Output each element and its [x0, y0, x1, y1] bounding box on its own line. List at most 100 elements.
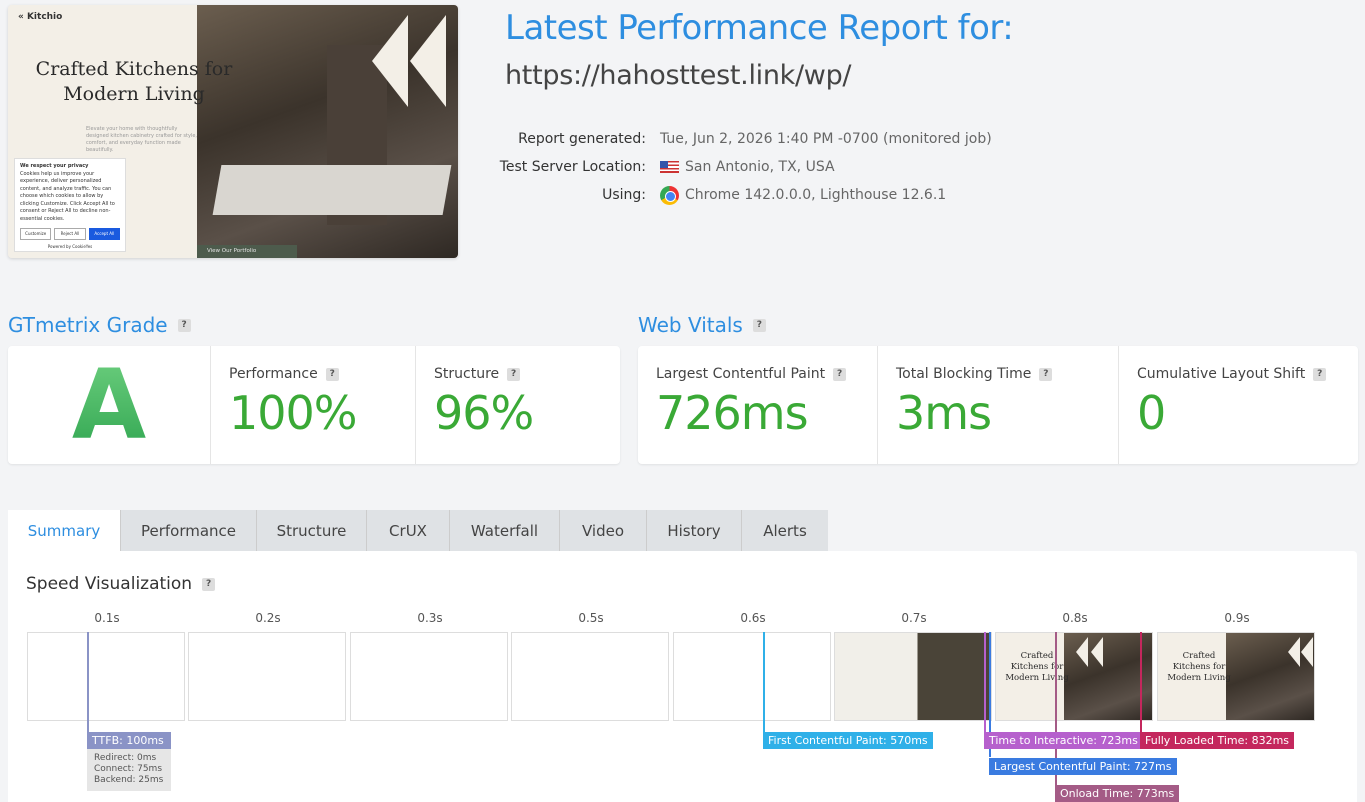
tab-alerts[interactable]: Alerts: [742, 510, 828, 551]
cls-value: 0: [1137, 386, 1166, 440]
help-icon[interactable]: ?: [752, 318, 766, 332]
cookie-banner: We respect your privacy Cookies help us …: [14, 158, 126, 252]
tti-marker-line: [984, 632, 986, 732]
chevron-logo-shape: [1301, 637, 1313, 667]
cookie-reject-button: Reject All: [54, 228, 86, 240]
fully-loaded-marker-line: [1140, 632, 1142, 732]
timeline-tick: 0.6s: [740, 611, 766, 625]
site-hero-blurb: Elevate your home with thoughtfully desi…: [86, 126, 197, 153]
help-icon[interactable]: ?: [1313, 367, 1327, 381]
onload-label: Onload Time: 773ms: [1055, 785, 1180, 802]
meta-value: Tue, Jun 2, 2026 1:40 PM -0700 (monitore…: [660, 131, 992, 147]
filmstrip-frame[interactable]: [27, 632, 185, 721]
structure-cell: Structure? 96%: [416, 346, 620, 464]
cookie-title: We respect your privacy: [20, 163, 89, 169]
help-icon[interactable]: ?: [177, 318, 191, 332]
help-icon[interactable]: ?: [202, 577, 216, 591]
fully-loaded-label: Fully Loaded Time: 832ms: [1140, 732, 1295, 749]
ttfb-label: TTFB: 100ms: [87, 732, 171, 749]
cookie-customize-button: Customize: [20, 228, 52, 240]
web-vitals-heading: Web Vitals?: [638, 313, 766, 337]
timeline-tick: 0.9s: [1224, 611, 1250, 625]
chevron-logo-shape: [1076, 637, 1088, 667]
cookie-accept-button: Accept All: [88, 228, 120, 240]
cls-label: Cumulative Layout Shift: [1137, 366, 1306, 382]
performance-cell: Performance? 100%: [211, 346, 416, 464]
tab-crux[interactable]: CrUX: [367, 510, 450, 551]
thumb-hero-heading: Crafted Kitchens for Modern Living: [1167, 651, 1231, 683]
timeline-tick: 0.1s: [94, 611, 120, 625]
us-flag-icon: [660, 161, 679, 173]
structure-value: 96%: [434, 386, 534, 440]
chevron-logo-shape: [1288, 637, 1300, 667]
ttfb-details: Redirect: 0ms Connect: 75ms Backend: 25m…: [87, 749, 171, 791]
tab-structure[interactable]: Structure: [257, 510, 367, 551]
site-screenshot: « Kitchio Crafted Kitchens for Modern Li…: [8, 5, 458, 258]
fcp-marker-line: [763, 632, 765, 732]
chevron-logo-shape: [410, 15, 446, 107]
cookie-footer: Powered by CookieYes: [47, 243, 93, 249]
performance-label: Performance: [229, 366, 318, 382]
timeline-tick: 0.2s: [255, 611, 281, 625]
meta-value: Chrome 142.0.0.0, Lighthouse 12.6.1: [660, 185, 946, 205]
meta-row-generated: Report generated: Tue, Jun 2, 2026 1:40 …: [400, 125, 992, 153]
filmstrip-frame[interactable]: Crafted Kitchens for Modern Living: [995, 632, 1153, 721]
lcp-cell: Largest Contentful Paint? 726ms: [638, 346, 878, 464]
report-url[interactable]: https://hahosttest.link/wp/: [505, 60, 852, 91]
cookie-buttons: Customize Reject All Accept All: [20, 228, 120, 240]
report-tabs: Summary Performance Structure CrUX Water…: [8, 510, 828, 551]
ttfb-marker-line: [87, 632, 89, 732]
site-hero-heading: Crafted Kitchens for Modern Living: [35, 58, 233, 105]
help-icon[interactable]: ?: [833, 367, 847, 381]
report-meta: Report generated: Tue, Jun 2, 2026 1:40 …: [400, 125, 992, 209]
meta-value: San Antonio, TX, USA: [660, 159, 835, 175]
meta-label: Using:: [602, 187, 646, 203]
filmstrip-frame[interactable]: [673, 632, 831, 721]
chevron-logo-shape: [372, 15, 408, 107]
timeline-tick: 0.8s: [1062, 611, 1088, 625]
grade-card: A Performance? 100% Structure? 96%: [8, 346, 620, 464]
cookie-text: Cookies help us improve your experience,…: [20, 170, 115, 222]
redirect-time: Redirect: 0ms: [94, 753, 157, 763]
structure-label: Structure: [434, 366, 500, 382]
timeline-tick: 0.5s: [578, 611, 604, 625]
filmstrip-frame[interactable]: [188, 632, 346, 721]
connect-time: Connect: 75ms: [94, 764, 163, 774]
filmstrip-frame[interactable]: [834, 632, 992, 721]
report-title: Latest Performance Report for:: [505, 8, 1014, 48]
help-icon[interactable]: ?: [1039, 367, 1053, 381]
cls-cell: Cumulative Layout Shift? 0: [1119, 346, 1358, 464]
tbt-cell: Total Blocking Time? 3ms: [878, 346, 1119, 464]
grade-letter-cell: A: [8, 346, 211, 464]
filmstrip-frame[interactable]: [511, 632, 669, 721]
tti-label: Time to Interactive: 723ms: [984, 732, 1143, 749]
tab-waterfall[interactable]: Waterfall: [450, 510, 560, 551]
meta-label: Report generated:: [518, 131, 646, 147]
filmstrip-frame[interactable]: [350, 632, 508, 721]
tab-video[interactable]: Video: [560, 510, 647, 551]
lcp-label: Largest Contentful Paint: 727ms: [989, 758, 1177, 775]
chrome-icon: [660, 185, 679, 205]
meta-row-location: Test Server Location: San Antonio, TX, U…: [400, 153, 992, 181]
filmstrip-frame[interactable]: Crafted Kitchens for Modern Living: [1157, 632, 1315, 721]
timeline-tick: 0.3s: [417, 611, 443, 625]
tab-history[interactable]: History: [647, 510, 742, 551]
lcp-value: 726ms: [656, 386, 809, 440]
web-vitals-card: Largest Contentful Paint? 726ms Total Bl…: [638, 346, 1358, 464]
tab-performance[interactable]: Performance: [121, 510, 257, 551]
chevron-logo-shape: [1091, 637, 1103, 667]
tbt-value: 3ms: [896, 386, 992, 440]
backend-time: Backend: 25ms: [94, 775, 164, 785]
speed-visualization-heading: Speed Visualization?: [26, 574, 216, 594]
site-portfolio-link: View Our Portfolio: [197, 245, 297, 258]
tab-summary[interactable]: Summary: [8, 510, 121, 551]
gtmetrix-grade-heading: GTmetrix Grade?: [8, 313, 191, 337]
fcp-label: First Contentful Paint: 570ms: [763, 732, 933, 749]
help-icon[interactable]: ?: [325, 367, 339, 381]
thumb-hero-heading: Crafted Kitchens for Modern Living: [1005, 651, 1069, 683]
meta-label: Test Server Location:: [499, 159, 646, 175]
timeline-tick: 0.7s: [901, 611, 927, 625]
help-icon[interactable]: ?: [507, 367, 521, 381]
meta-row-using: Using: Chrome 142.0.0.0, Lighthouse 12.6…: [400, 181, 992, 209]
grade-letter: A: [71, 349, 147, 461]
